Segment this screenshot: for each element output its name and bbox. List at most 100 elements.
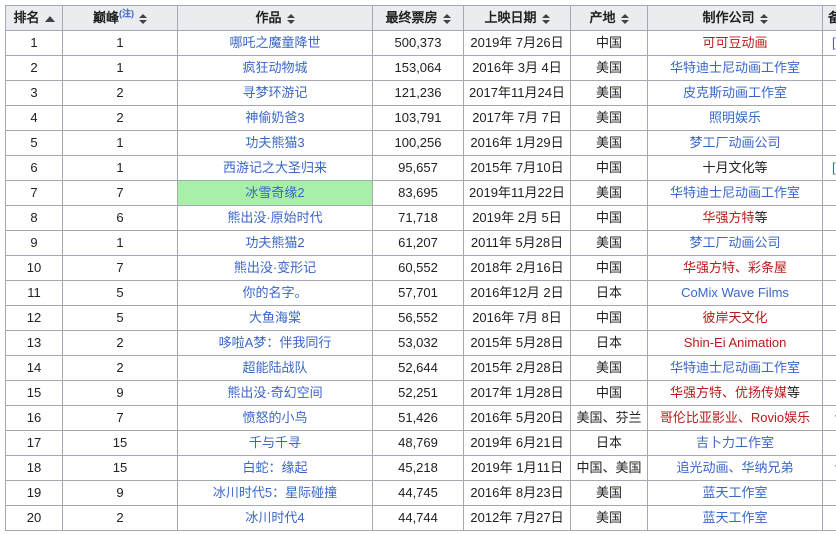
studio-link[interactable]: CoMix Wave Films [681, 285, 789, 300]
studio-link[interactable]: Shin-Ei Animation [684, 335, 787, 350]
table-row: 16 7 愤怒的小鸟 51,426 2016年 5月20日 美国、芬兰 哥伦比亚影业、Rov… [5, 405, 836, 431]
sort-both-icon [620, 13, 629, 24]
table-row: 10 7 熊出没·变形记 60,552 2018年 2月16日 中国 华强方特、彩条屋 [5, 255, 836, 281]
boxoffice-cell: 53,032 [372, 330, 464, 356]
peak-cell: 6 [62, 205, 178, 231]
peak-cell: 2 [62, 355, 178, 381]
film-title-link[interactable]: 冰雪奇缘2 [245, 185, 304, 200]
column-header-origin[interactable]: 产地 [570, 5, 648, 31]
triangle-up-icon [286, 13, 295, 18]
notes-cell [822, 280, 836, 306]
origin-cell: 美国 [570, 505, 648, 531]
column-header-boxoffice[interactable]: 最终票房 [372, 5, 464, 31]
header-row: 排名 巅峰(注) 作品 最终票房 上映日期 产地 制作公司 备注 [5, 5, 836, 31]
film-title-link[interactable]: 熊出没·变形记 [234, 260, 316, 275]
film-title-link[interactable]: 冰川时代5：星际碰撞 [213, 485, 337, 500]
studio-link[interactable]: 梦工厂动画公司 [689, 135, 780, 150]
studio-cell: 华强方特等 [647, 205, 823, 231]
rank-cell: 12 [5, 305, 63, 331]
studio-text: 等 [787, 385, 801, 400]
studio-cell: 华强方特、优扬传媒等 [647, 380, 823, 406]
boxoffice-cell: 56,552 [372, 305, 464, 331]
boxoffice-cell: 52,251 [372, 380, 464, 406]
studio-link[interactable]: 华特迪士尼动画工作室 [670, 60, 800, 75]
release-date-cell: 2019年 2月 5日 [463, 205, 571, 231]
column-header-studio[interactable]: 制作公司 [647, 5, 823, 31]
notes-cell [822, 55, 836, 81]
film-title-link[interactable]: 愤怒的小鸟 [242, 410, 307, 425]
studio-link[interactable]: 梦工厂动画公司 [689, 235, 780, 250]
film-title-link[interactable]: 千与千寻 [249, 435, 301, 450]
rank-cell: 6 [5, 155, 63, 181]
film-title-link[interactable]: 熊出没·奇幻空间 [227, 385, 322, 400]
peak-cell: 15 [62, 430, 178, 456]
studio-link[interactable]: 吉卜力工作室 [696, 435, 774, 450]
film-title-link[interactable]: 神偷奶爸3 [245, 110, 304, 125]
film-title-link[interactable]: 哪吒之魔童降世 [229, 35, 320, 50]
studio-link[interactable]: 追光动画、华纳兄弟 [676, 460, 793, 475]
origin-cell: 美国 [570, 55, 648, 81]
film-title-link[interactable]: 功夫熊猫3 [245, 135, 304, 150]
studio-link[interactable]: 可可豆动画 [702, 35, 767, 50]
film-title-link[interactable]: 超能陆战队 [242, 360, 307, 375]
studio-link[interactable]: 照明娱乐 [709, 110, 761, 125]
table-row: 5 1 功夫熊猫3 100,256 2016年 1月29日 美国 梦工厂动画公司 [5, 130, 836, 156]
table-row: 3 2 寻梦环游记 121,236 2017年11月24日 美国 皮克斯动画工作室 [5, 80, 836, 106]
column-header-date[interactable]: 上映日期 [463, 5, 571, 31]
film-title-link[interactable]: 冰川时代4 [245, 510, 304, 525]
origin-cell: 中国 [570, 30, 648, 56]
release-date-cell: 2017年11月24日 [463, 80, 571, 106]
box-office-table: 排名 巅峰(注)作品最终票房 上映日期产地制作公司备注 11 哪吒之魔童降世 500,3… [5, 5, 836, 531]
notes-cell: 合拍 [822, 455, 836, 481]
sort-both-icon [286, 13, 295, 24]
origin-cell: 中国 [570, 255, 648, 281]
release-date-cell: 2015年 5月28日 [463, 330, 571, 356]
studio-link[interactable]: 华强方特 [702, 210, 754, 225]
notes-cell: [注 2] [822, 155, 836, 181]
studio-cell: 蓝天工作室 [647, 505, 823, 531]
rank-cell: 19 [5, 480, 63, 506]
film-title-link[interactable]: 疯狂动物城 [242, 60, 307, 75]
column-label: 排名 [13, 10, 40, 25]
studio-link[interactable]: 彼岸天文化 [702, 310, 767, 325]
boxoffice-cell: 500,373 [372, 30, 464, 56]
triangle-down-icon [286, 19, 295, 24]
studio-link[interactable]: 蓝天工作室 [702, 485, 767, 500]
studio-link[interactable]: 皮克斯动画工作室 [683, 85, 787, 100]
film-title-link[interactable]: 寻梦环游记 [242, 85, 307, 100]
column-label: 备注 [828, 10, 836, 25]
studio-link[interactable]: 哥伦比亚影业、Rovio娱乐 [660, 410, 810, 425]
film-title-link[interactable]: 熊出没·原始时代 [227, 210, 322, 225]
film-title-cell: 神偷奶爸3 [177, 105, 373, 131]
column-label: 最终票房 [385, 10, 438, 25]
column-header-peak[interactable]: 巅峰(注) [62, 5, 178, 31]
film-title-cell: 熊出没·奇幻空间 [177, 380, 373, 406]
table-row: 12 5 大鱼海棠 56,552 2016年 7月 8日 中国 彼岸天文化 [5, 305, 836, 331]
origin-cell: 中国 [570, 380, 648, 406]
studio-link[interactable]: 华强方特、彩条屋 [683, 260, 787, 275]
studio-link[interactable]: 华特迪士尼动画工作室 [670, 360, 800, 375]
column-header-rank[interactable]: 排名 [5, 5, 63, 31]
footnote-link[interactable]: [注 2] [832, 160, 836, 175]
film-title-cell: 疯狂动物城 [177, 55, 373, 81]
origin-cell: 美国 [570, 355, 648, 381]
footnote-link[interactable]: [注 1] [832, 35, 836, 50]
column-header-notes[interactable]: 备注 [822, 5, 836, 31]
film-title-link[interactable]: 功夫熊猫2 [245, 235, 304, 250]
peak-cell: 2 [62, 505, 178, 531]
film-title-link[interactable]: 西游记之大圣归来 [223, 160, 327, 175]
notes-cell [822, 130, 836, 156]
origin-cell: 日本 [570, 330, 648, 356]
film-title-link[interactable]: 你的名字。 [242, 285, 307, 300]
studio-link[interactable]: 华特迪士尼动画工作室 [670, 185, 800, 200]
film-title-link[interactable]: 哆啦A梦：伴我同行 [219, 335, 332, 350]
peak-note-link[interactable]: (注) [119, 9, 134, 19]
studio-link[interactable]: 华强方特、优扬传媒 [670, 385, 787, 400]
studio-link[interactable]: 蓝天工作室 [702, 510, 767, 525]
rank-cell: 11 [5, 280, 63, 306]
origin-cell: 中国 [570, 305, 648, 331]
film-title-link[interactable]: 大鱼海棠 [249, 310, 301, 325]
film-title-link[interactable]: 白蛇：缘起 [242, 460, 307, 475]
column-header-title[interactable]: 作品 [177, 5, 373, 31]
film-title-cell: 哪吒之魔童降世 [177, 30, 373, 56]
